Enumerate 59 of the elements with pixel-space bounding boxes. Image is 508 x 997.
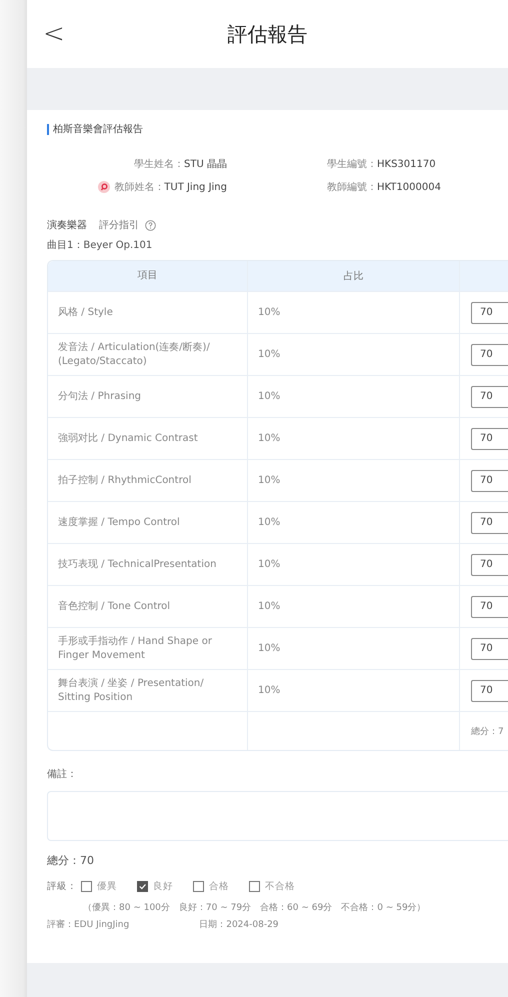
table-cell: 技巧表现 / TechnicalPresentation [58,558,216,572]
piece-label: 曲目1：Beyer Op.101 [47,238,154,252]
score-input[interactable]: 70 [471,344,508,366]
table-cell-text: 舞台表演 / 坐姿 / Presentation/ Sitting Position [58,676,205,704]
score-input[interactable]: 70 [471,512,508,534]
table-cell: 10% [258,349,280,360]
table-cell: 分句法 / Phrasing [58,390,142,404]
table-cell: 10% [258,517,280,528]
info-field: 學生姓名：STU 晶晶 [134,157,227,171]
table-cell: 10% [258,685,280,696]
table-cell: 10% [258,433,280,444]
info-field: 教師編號：HKT1000004 [327,180,441,194]
info-field: 教師姓名：TUT Jing Jing [114,180,227,194]
total-score: 總分：70 [47,853,95,868]
score-input[interactable]: 70 [471,302,508,324]
checkbox[interactable] [81,881,92,892]
checkbox-label: 良好 [153,880,173,893]
checkbox[interactable] [249,881,260,892]
instrument-label: 演奏樂器 [47,218,87,232]
remarks-label: 備註： [47,768,78,781]
table-cell: 拍子控制 / RhythmicControl [58,474,192,488]
table-cell: 10% [258,475,280,486]
info-field: 學生編號：HKS301170 [327,157,436,171]
table-cell: 10% [258,559,280,570]
score-input[interactable]: 70 [471,680,508,702]
score-input[interactable]: 70 [471,428,508,450]
remarks-field[interactable] [47,791,508,841]
score-input[interactable]: 70 [471,638,508,660]
checkbox[interactable] [193,881,204,892]
report-title: 柏斯音樂會評估報告 [47,124,508,135]
table-cell: 10% [258,391,280,402]
grade-legend: （優異：80 ~ 100分 良好：70 ~ 79分 合格：60 ~ 69分 不合格：0 ~ 59分） [47,901,508,914]
score-input[interactable]: 70 [471,470,508,492]
table-total: 總分：7 [471,726,504,738]
grade-label: 評級： [47,880,77,893]
score-input[interactable]: 70 [471,596,508,618]
reviewer-label: 評審：EDU JingJing [47,918,130,931]
table-cell-text: 手形或手指动作 / Hand Shape or Finger Movement [58,634,213,662]
table-cell: 10% [258,307,280,318]
help-icon[interactable] [145,220,156,230]
score-input[interactable]: 70 [471,554,508,576]
checkbox[interactable] [137,881,148,892]
checkbox-label: 不合格 [265,880,295,893]
date-label: 日期：2024-08-29 [199,918,279,931]
table-cell: 音色控制 / Tone Control [58,600,170,614]
page-title: 評估報告 [228,20,308,48]
guide-link[interactable]: 評分指引 [99,218,139,232]
table-cell: 10% [258,643,280,654]
column-header: 項目 [48,261,248,291]
table-cell-text: 发音法 / Articulation(连奏/断奏)/ (Legato/Staccato) [58,340,211,368]
table-cell: 10% [258,601,280,612]
score-input[interactable]: 70 [471,386,508,408]
column-header: 占比 [248,261,460,291]
table-cell: 风格 / Style [58,306,113,320]
checkbox-label: 優異 [97,880,117,893]
table-cell: 速度掌握 / Tempo Control [58,516,180,530]
table-cell: 強弱对比 / Dynamic Contrast [58,432,198,446]
checkbox-label: 合格 [209,880,229,893]
back-button[interactable]: < [27,19,65,49]
